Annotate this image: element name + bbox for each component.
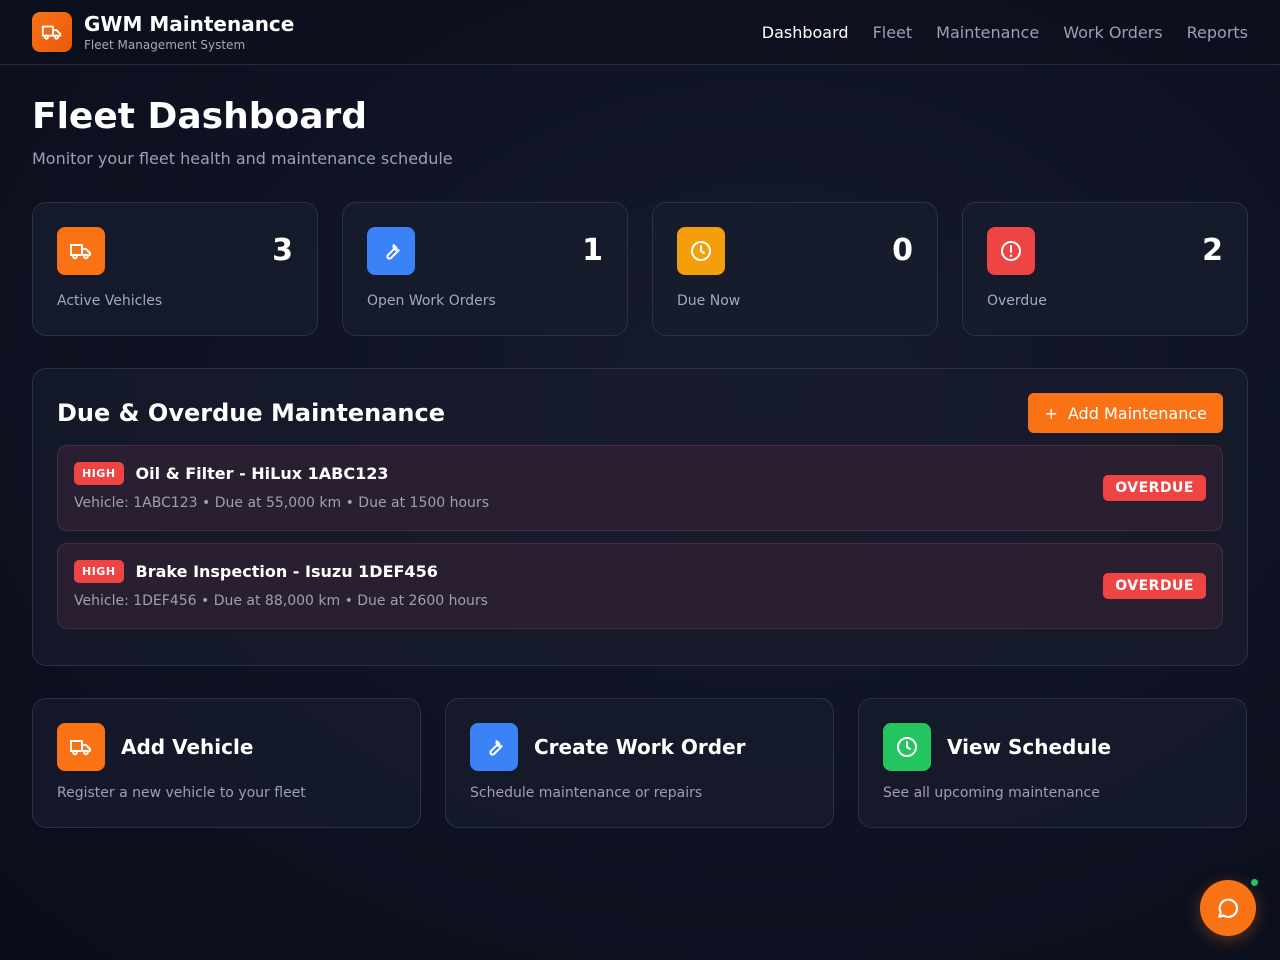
stat-label: Due Now — [677, 293, 741, 309]
main-content: Fleet Dashboard Monitor your fleet healt… — [0, 97, 1280, 828]
maintenance-item-meta: Vehicle: 1ABC123 • Due at 55,000 km • Du… — [74, 495, 489, 511]
page-title: Fleet Dashboard — [32, 96, 368, 137]
chat-button[interactable] — [1200, 880, 1256, 936]
app-name: GWM Maintenance — [84, 12, 295, 36]
add-vehicle-card[interactable]: Add Vehicle Register a new vehicle to yo… — [32, 698, 421, 828]
nav-fleet[interactable]: Fleet — [873, 23, 913, 42]
view-schedule-card[interactable]: View Schedule See all upcoming maintenan… — [858, 698, 1247, 828]
brand[interactable]: GWM Maintenance Fleet Management System — [32, 12, 294, 52]
truck-icon — [57, 227, 105, 275]
status-badge: OVERDUE — [1103, 475, 1206, 501]
priority-badge: HIGH — [74, 462, 124, 485]
maintenance-item[interactable]: HIGH Brake Inspection - Isuzu 1DEF456 Ve… — [57, 543, 1223, 629]
plus-icon: + — [1044, 403, 1058, 423]
stats-row: 3 Active Vehicles 1 Open Work Orders 0 D… — [32, 202, 1248, 336]
action-title: View Schedule — [947, 735, 1112, 759]
panel-title: Due & Overdue Maintenance — [57, 399, 445, 427]
add-maintenance-button[interactable]: + Add Maintenance — [1028, 393, 1223, 433]
maintenance-item-title: Brake Inspection - Isuzu 1DEF456 — [135, 562, 438, 581]
stat-label: Active Vehicles — [57, 293, 163, 309]
stat-value: 0 — [892, 233, 913, 268]
wrench-icon — [470, 723, 518, 771]
alert-icon — [987, 227, 1035, 275]
clock-icon — [677, 227, 725, 275]
app-subtitle: Fleet Management System — [84, 38, 246, 52]
add-maintenance-label: Add Maintenance — [1067, 403, 1207, 423]
wrench-icon — [367, 227, 415, 275]
nav-dashboard[interactable]: Dashboard — [762, 23, 849, 42]
stat-card-overdue[interactable]: 2 Overdue — [962, 202, 1248, 336]
maintenance-item[interactable]: HIGH Oil & Filter - HiLux 1ABC123 Vehicl… — [57, 445, 1223, 531]
status-badge: OVERDUE — [1103, 573, 1206, 599]
stat-card-open-work-orders[interactable]: 1 Open Work Orders — [342, 202, 628, 336]
stat-card-active-vehicles[interactable]: 3 Active Vehicles — [32, 202, 318, 336]
maintenance-panel: Due & Overdue Maintenance + Add Maintena… — [32, 368, 1248, 666]
page-subtitle: Monitor your fleet health and maintenanc… — [32, 149, 453, 168]
action-title: Add Vehicle — [121, 735, 254, 759]
stat-value: 2 — [1202, 233, 1223, 268]
stat-label: Overdue — [987, 293, 1047, 309]
main-nav: Dashboard Fleet Maintenance Work Orders … — [762, 23, 1248, 42]
maintenance-item-meta: Vehicle: 1DEF456 • Due at 88,000 km • Du… — [74, 593, 488, 609]
maintenance-item-title: Oil & Filter - HiLux 1ABC123 — [135, 464, 389, 483]
nav-maintenance[interactable]: Maintenance — [936, 23, 1039, 42]
nav-work-orders[interactable]: Work Orders — [1063, 23, 1162, 42]
stat-value: 3 — [272, 233, 293, 268]
action-description: Register a new vehicle to your fleet — [57, 785, 306, 801]
chat-icon — [1218, 898, 1239, 919]
truck-icon — [57, 723, 105, 771]
action-description: See all upcoming maintenance — [883, 785, 1100, 801]
create-work-order-card[interactable]: Create Work Order Schedule maintenance o… — [445, 698, 834, 828]
online-status-dot — [1249, 877, 1260, 888]
clock-icon — [883, 723, 931, 771]
stat-label: Open Work Orders — [367, 293, 496, 309]
nav-reports[interactable]: Reports — [1187, 23, 1248, 42]
stat-card-due-now[interactable]: 0 Due Now — [652, 202, 938, 336]
action-description: Schedule maintenance or repairs — [470, 785, 703, 801]
top-navbar: GWM Maintenance Fleet Management System … — [0, 0, 1280, 65]
priority-badge: HIGH — [74, 560, 124, 583]
truck-icon — [32, 12, 72, 52]
quick-actions: Add Vehicle Register a new vehicle to yo… — [32, 698, 1248, 828]
action-title: Create Work Order — [534, 735, 746, 759]
stat-value: 1 — [582, 233, 603, 268]
